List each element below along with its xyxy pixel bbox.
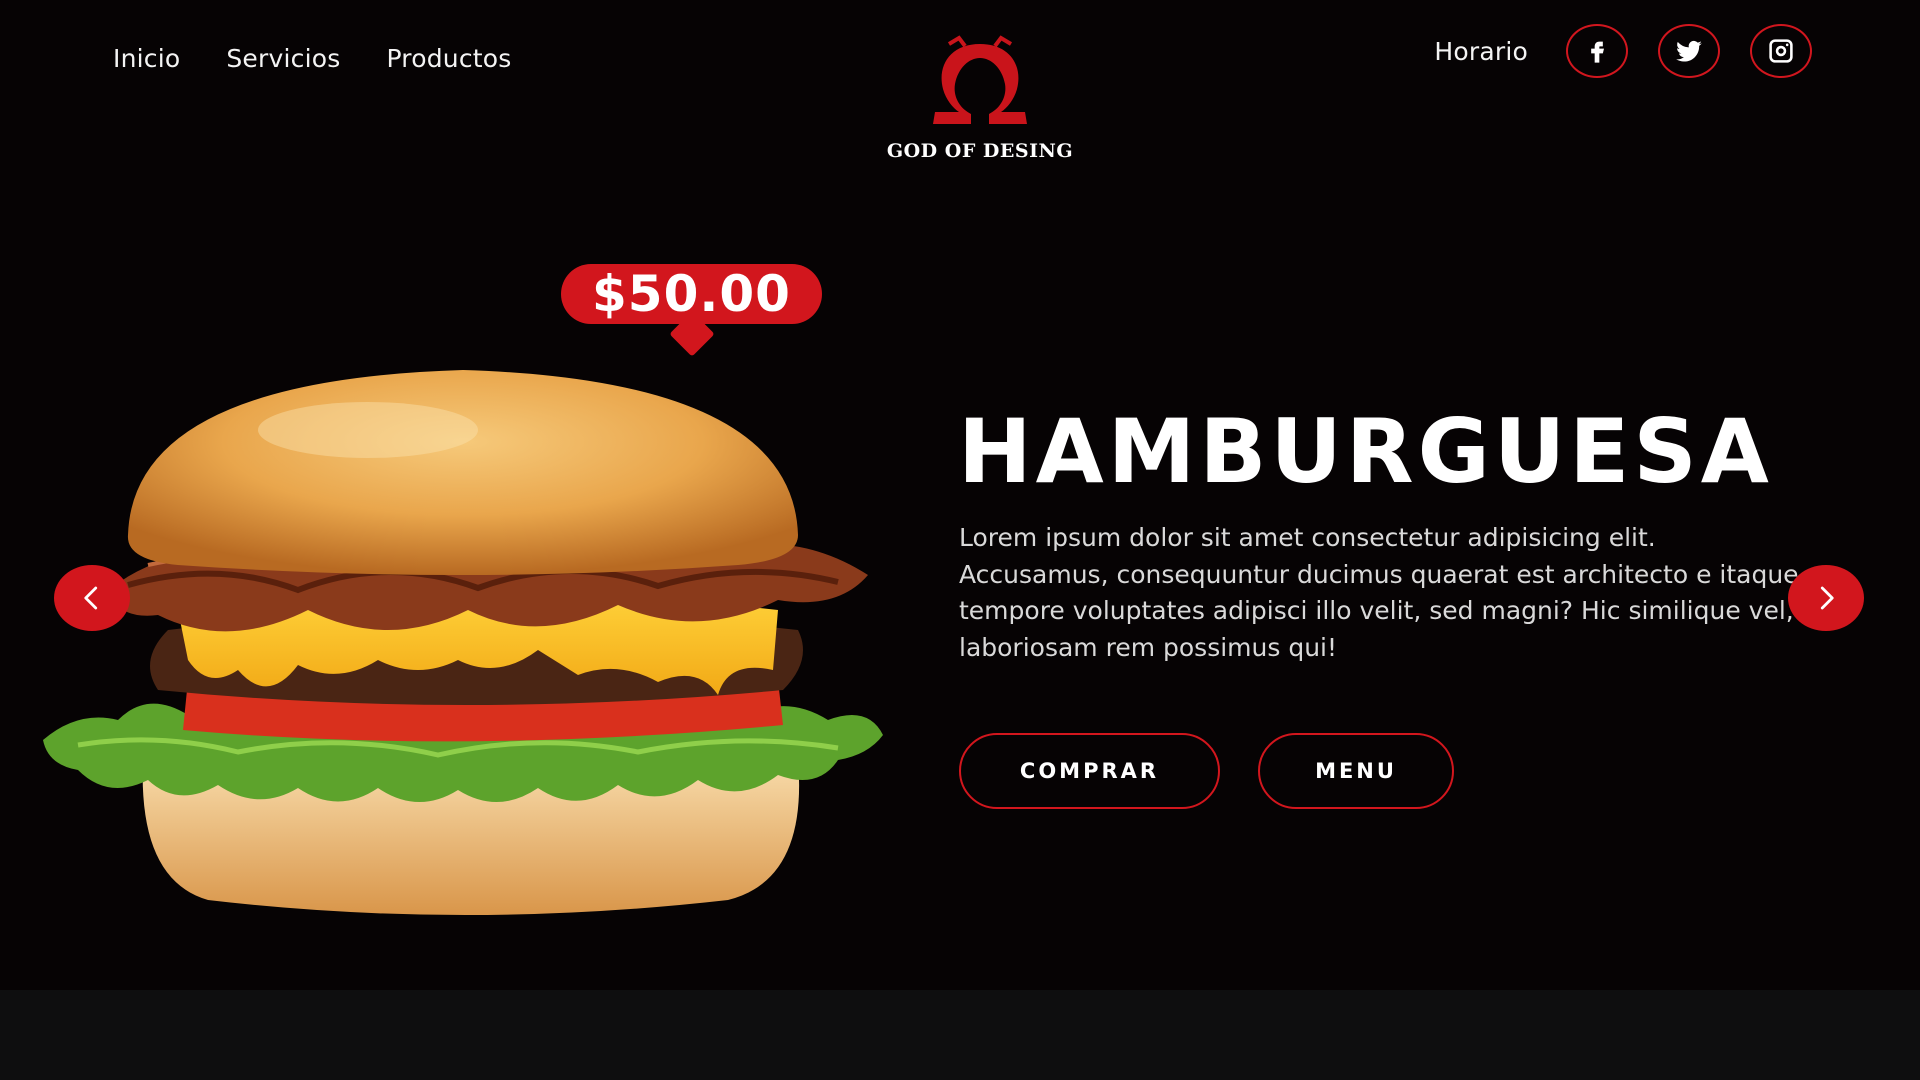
product-title: HAMBURGUESA bbox=[958, 400, 1773, 503]
buy-button[interactable]: COMPRAR bbox=[959, 733, 1220, 809]
nav-right: Horario bbox=[1434, 24, 1812, 78]
footer-band bbox=[0, 990, 1920, 1080]
nav-horario[interactable]: Horario bbox=[1434, 37, 1528, 66]
logo-text: GOD OF DESING bbox=[886, 140, 1074, 162]
burger-image bbox=[43, 370, 883, 915]
product-description: Lorem ipsum dolor sit amet consectetur a… bbox=[959, 523, 1799, 662]
nav-productos[interactable]: Productos bbox=[386, 44, 511, 73]
instagram-button[interactable] bbox=[1750, 24, 1812, 78]
instagram-icon bbox=[1769, 39, 1793, 63]
facebook-button[interactable] bbox=[1566, 24, 1628, 78]
twitter-icon bbox=[1676, 40, 1702, 62]
chevron-right-icon bbox=[1820, 586, 1834, 610]
logo[interactable]: GOD OF DESING bbox=[878, 34, 1082, 162]
carousel-next-button[interactable] bbox=[1788, 565, 1864, 631]
facebook-icon bbox=[1591, 41, 1604, 63]
nav-inicio[interactable]: Inicio bbox=[113, 44, 180, 73]
twitter-button[interactable] bbox=[1658, 24, 1720, 78]
main-nav: Inicio Servicios Productos bbox=[113, 44, 512, 73]
carousel-prev-button[interactable] bbox=[54, 565, 130, 631]
chevron-left-icon bbox=[84, 586, 98, 610]
omega-logo-icon bbox=[933, 35, 1027, 124]
menu-button[interactable]: MENU bbox=[1258, 733, 1454, 809]
nav-servicios[interactable]: Servicios bbox=[226, 44, 340, 73]
